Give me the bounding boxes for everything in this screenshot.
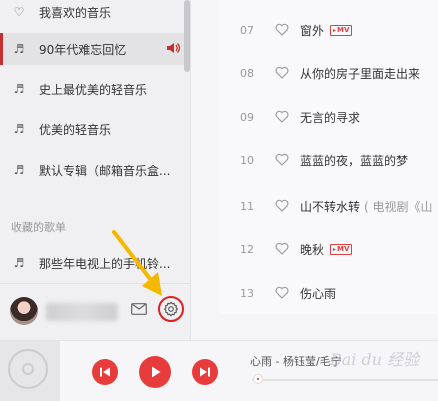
previous-button[interactable] (92, 359, 118, 385)
heart-icon[interactable] (275, 151, 297, 170)
mail-icon[interactable] (131, 303, 147, 315)
avatar[interactable] (10, 297, 38, 325)
sidebar-item-90s-memories[interactable]: ♬ 90年代难忘回忆 (0, 33, 184, 65)
playlist-icon: ♬ (13, 42, 25, 56)
song-row[interactable]: 10 蓝蓝的夜，蓝蓝的梦 (219, 138, 438, 182)
play-button[interactable] (139, 356, 171, 388)
next-icon (200, 367, 210, 377)
play-icon (152, 366, 161, 378)
watermark: Bai du 经验 (330, 350, 420, 369)
song-title[interactable]: 蓝蓝的夜，蓝蓝的梦 (300, 152, 408, 169)
song-row[interactable]: 09 无言的寻求 (219, 95, 438, 139)
sidebar-item-label: 默认专辑（邮箱音乐盒... (39, 163, 171, 178)
disc-icon (8, 349, 48, 389)
heart-icon[interactable] (275, 284, 297, 303)
track-number: 13 (240, 286, 254, 300)
previous-icon (100, 367, 110, 377)
sidebar-item-label: 我喜欢的音乐 (39, 5, 112, 20)
speaker-icon (167, 43, 180, 53)
username-blurred[interactable] (46, 303, 118, 321)
song-row[interactable]: 11 山不转水转 ( 电视剧《山 (219, 184, 438, 228)
playlist-icon: ♬ (13, 82, 25, 96)
album-cover[interactable] (0, 341, 60, 401)
mv-badge[interactable]: MV (330, 24, 353, 36)
next-button[interactable] (192, 359, 218, 385)
sidebar-item-default-album[interactable]: ♬ 默认专辑（邮箱音乐盒... (0, 154, 184, 186)
heart-icon[interactable] (275, 64, 297, 83)
track-number: 11 (240, 199, 254, 213)
progress-knob[interactable] (253, 374, 263, 384)
song-row[interactable]: 08 从你的房子里面走出来 (219, 51, 438, 95)
track-number: 07 (240, 23, 254, 37)
song-title[interactable]: 窗外 (300, 22, 324, 39)
heart-icon[interactable] (275, 197, 297, 216)
playlist-icon: ♬ (13, 122, 25, 136)
sidebar-item-liked-music[interactable]: ♡ 我喜欢的音乐 (0, 0, 184, 28)
song-title[interactable]: 无言的寻求 (300, 109, 360, 126)
track-number: 12 (240, 242, 254, 256)
settings-button[interactable] (158, 296, 184, 322)
sidebar-item-best-light-music[interactable]: ♬ 史上最优美的轻音乐 (0, 73, 184, 105)
song-title[interactable]: 山不转水转 (300, 198, 360, 215)
sidebar-scrollbar[interactable] (184, 0, 190, 72)
track-number: 10 (240, 153, 254, 167)
progress-bar[interactable] (252, 379, 438, 381)
collected-playlists-heading: 收藏的歌单 (11, 221, 66, 234)
heart-icon[interactable] (275, 108, 297, 127)
sidebar-item-label: 优美的轻音乐 (39, 122, 112, 137)
sidebar-item-beautiful-light-music[interactable]: ♬ 优美的轻音乐 (0, 113, 184, 145)
annotation-arrow-icon (112, 230, 162, 296)
heart-icon: ♡ (13, 5, 25, 19)
song-row[interactable]: 12 晚秋 MV (219, 227, 438, 271)
playlist-icon: ♬ (13, 256, 25, 270)
playlist-icon: ♬ (13, 163, 25, 177)
song-row[interactable]: 07 窗外 MV (219, 8, 438, 52)
track-number: 09 (240, 110, 254, 124)
gear-icon (163, 301, 179, 317)
track-number: 08 (240, 66, 254, 80)
sidebar-item-label: 90年代难忘回忆 (39, 42, 127, 57)
song-title[interactable]: 伤心雨 (300, 285, 336, 302)
heart-icon[interactable] (275, 240, 297, 259)
mv-badge[interactable]: MV (330, 243, 353, 255)
song-subtitle: ( 电视剧《山 (364, 199, 433, 214)
song-row[interactable]: 13 伤心雨 (219, 271, 438, 315)
sidebar-item-label: 史上最优美的轻音乐 (39, 82, 148, 97)
song-title[interactable]: 晚秋 (300, 241, 324, 258)
now-playing-info: 心雨 - 杨钰莹/毛宁 (250, 355, 342, 368)
song-title[interactable]: 从你的房子里面走出来 (300, 65, 420, 82)
heart-icon[interactable] (275, 21, 297, 40)
